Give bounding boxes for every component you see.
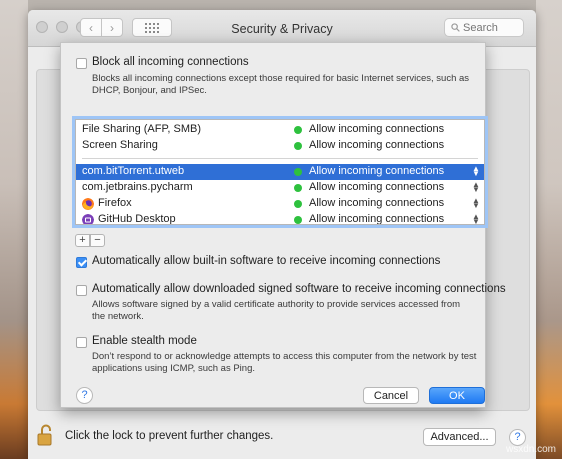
lock-open-icon[interactable] <box>37 424 55 446</box>
connection-status: Allow incoming connections <box>309 123 445 135</box>
connection-status: Allow incoming connections <box>309 213 445 225</box>
advanced-button[interactable]: Advanced... <box>423 428 496 446</box>
watermark: wsxdn.com <box>505 444 556 455</box>
app-name: Screen Sharing <box>82 139 158 151</box>
connection-status: Allow incoming connections <box>309 181 445 193</box>
plus-icon: + <box>79 234 86 246</box>
add-app-button[interactable]: + <box>75 234 90 247</box>
app-connection-list[interactable]: File Sharing (AFP, SMB) Allow incoming c… <box>72 116 488 228</box>
firewall-options-sheet: Block all incoming connections Blocks al… <box>60 42 506 408</box>
lock-instruction: Click the lock to prevent further change… <box>65 430 274 442</box>
stealth-mode-checkbox[interactable] <box>76 337 87 348</box>
remove-app-button[interactable]: − <box>90 234 105 247</box>
list-item[interactable]: GitHub Desktop Allow incoming connection… <box>76 212 484 225</box>
status-green-dot <box>294 200 302 208</box>
app-name: com.jetbrains.pycharm <box>82 181 193 193</box>
list-divider <box>82 158 478 159</box>
desktop-wallpaper-right <box>536 0 562 459</box>
cancel-button[interactable]: Cancel <box>363 387 419 404</box>
desktop-wallpaper-left <box>0 0 28 459</box>
connection-status: Allow incoming connections <box>309 165 445 177</box>
list-item[interactable]: Firefox Allow incoming connections ▲ ▼ <box>76 196 484 212</box>
search-field[interactable] <box>444 18 524 37</box>
auto-allow-signed-checkbox[interactable] <box>76 285 87 296</box>
firefox-icon <box>82 198 94 210</box>
status-popup-stepper[interactable]: ▲ ▼ <box>472 181 480 194</box>
status-green-dot <box>294 126 302 134</box>
block-all-label: Block all incoming connections <box>92 56 249 68</box>
github-desktop-icon <box>82 214 94 224</box>
status-popup-stepper[interactable]: ▲ ▼ <box>472 165 480 178</box>
search-input[interactable] <box>460 21 513 34</box>
preferences-window: ‹ › Security & Privacy Block <box>28 10 536 459</box>
app-name: Firefox <box>98 197 132 209</box>
auto-allow-builtin-checkbox[interactable] <box>76 257 87 268</box>
connection-status: Allow incoming connections <box>309 139 445 151</box>
block-all-checkbox[interactable] <box>76 58 87 69</box>
app-name: GitHub Desktop <box>98 213 176 225</box>
stealth-mode-label: Enable stealth mode <box>92 335 197 347</box>
status-popup-stepper[interactable]: ▲ ▼ <box>472 213 480 225</box>
minus-icon: − <box>94 234 101 246</box>
list-item[interactable]: com.jetbrains.pycharm Allow incoming con… <box>76 180 484 196</box>
block-all-description: Blocks all incoming connections except t… <box>92 73 470 96</box>
auto-allow-signed-description: Allows software signed by a valid certif… <box>92 299 461 322</box>
ok-button[interactable]: OK <box>429 387 485 404</box>
auto-allow-signed-label: Automatically allow downloaded signed so… <box>92 283 506 295</box>
app-name: com.bitTorrent.utweb <box>82 165 185 177</box>
app-name: File Sharing (AFP, SMB) <box>82 123 202 135</box>
list-item-selected[interactable]: com.bitTorrent.utweb Allow incoming conn… <box>76 164 484 180</box>
search-icon <box>451 23 460 32</box>
auto-allow-builtin-label: Automatically allow built-in software to… <box>92 255 441 267</box>
status-green-dot <box>294 216 302 224</box>
connection-status: Allow incoming connections <box>309 197 445 209</box>
status-popup-stepper[interactable]: ▲ ▼ <box>472 197 480 210</box>
help-button[interactable]: ? <box>76 387 93 404</box>
status-green-dot <box>294 184 302 192</box>
status-green-dot <box>294 142 302 150</box>
list-item[interactable]: Screen Sharing Allow incoming connection… <box>76 138 484 154</box>
status-green-dot <box>294 168 302 176</box>
list-item[interactable]: File Sharing (AFP, SMB) Allow incoming c… <box>76 122 484 138</box>
stealth-mode-description: Don’t respond to or acknowledge attempts… <box>92 351 477 374</box>
